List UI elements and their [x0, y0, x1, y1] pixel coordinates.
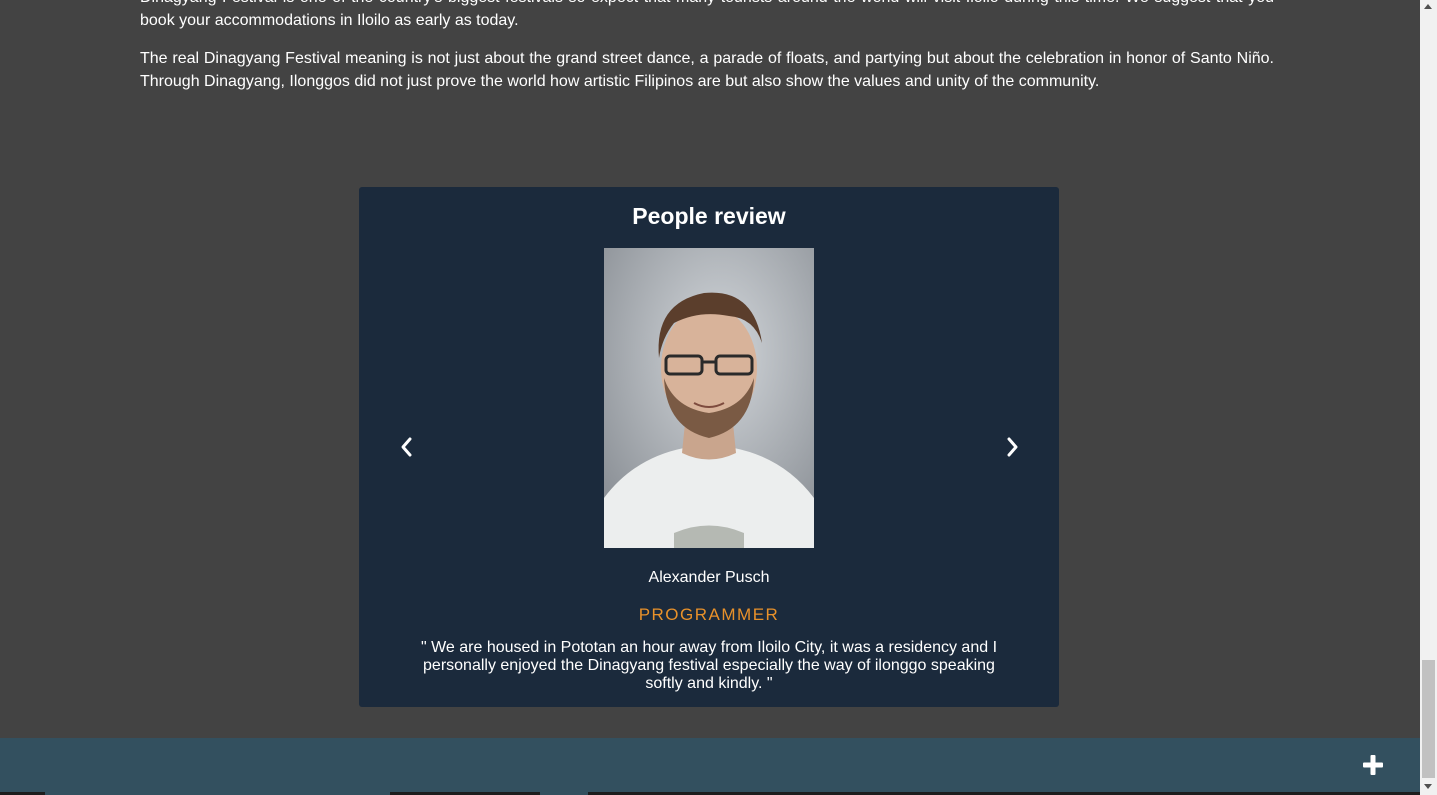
article-paragraph: Dinagyang Festival is one of the country…: [140, 0, 1274, 29]
carousel-prev-button[interactable]: [397, 436, 417, 458]
reviewer-role: PROGRAMMER: [638, 605, 780, 624]
carousel-next-button[interactable]: [1002, 436, 1022, 458]
scroll-down-icon[interactable]: [1424, 784, 1432, 789]
review-carousel: People review Alexander Pusch PROGRAMMER…: [359, 187, 1059, 707]
expand-button[interactable]: [1361, 753, 1385, 777]
main-content: Dinagyang Festival is one of the country…: [0, 0, 1420, 738]
review-section-title: People review: [632, 203, 786, 229]
scrollbar-thumb[interactable]: [1422, 660, 1435, 778]
article-paragraph: The real Dinagyang Festival meaning is n…: [140, 50, 1274, 90]
review-quote: " We are housed in Pototan an hour away …: [420, 639, 998, 692]
chevron-right-icon: [1007, 437, 1018, 457]
chevron-left-icon: [401, 437, 412, 457]
reviewer-name: Alexander Pusch: [648, 569, 770, 586]
plus-icon: [1363, 755, 1383, 775]
scroll-up-icon[interactable]: [1424, 4, 1432, 9]
footer-bar: [0, 738, 1420, 795]
page: Dinagyang Festival is one of the country…: [0, 0, 1437, 795]
reviewer-photo: [604, 248, 814, 548]
vertical-scrollbar[interactable]: [1420, 0, 1437, 795]
